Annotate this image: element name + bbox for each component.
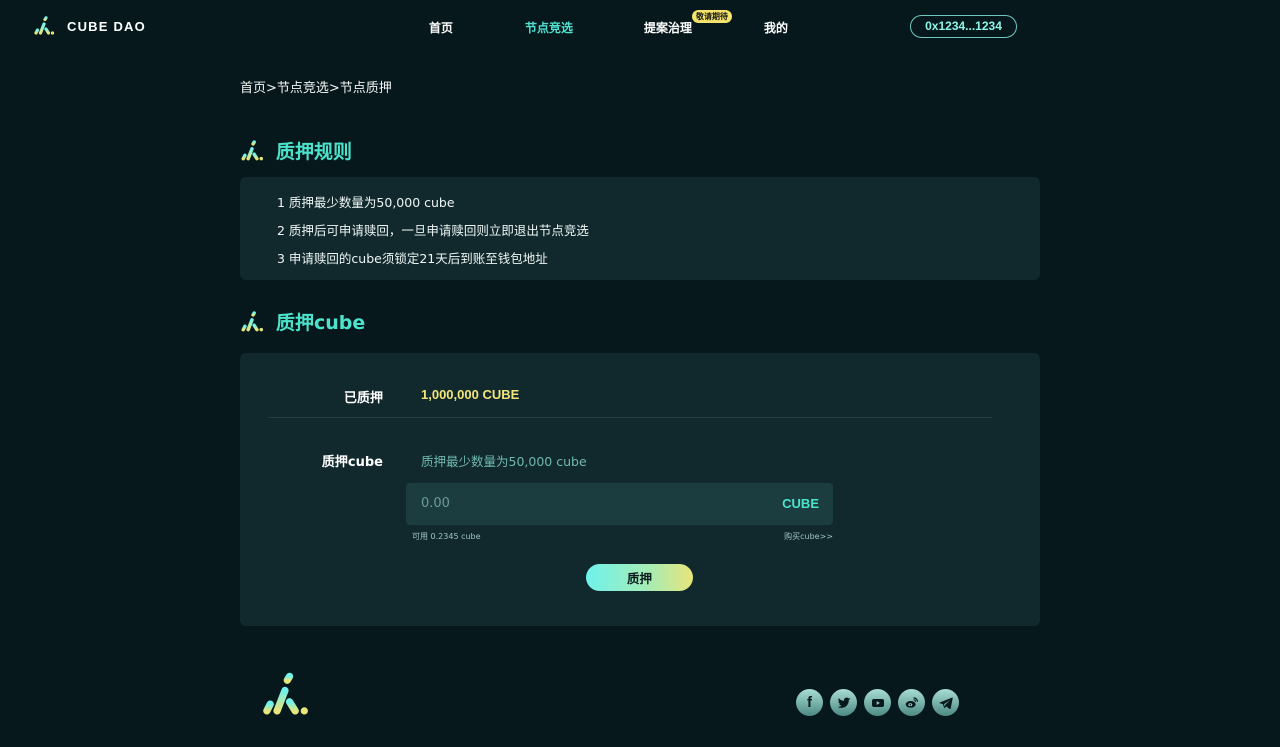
nav-home[interactable]: 首页 bbox=[429, 19, 453, 36]
min-stake-hint: 质押最少数量为50,000 cube bbox=[421, 454, 587, 469]
brand-name: CUBE DAO bbox=[67, 18, 146, 34]
stake-amount-value[interactable]: 0.00 bbox=[421, 496, 450, 511]
cube-dao-logo-icon bbox=[34, 16, 55, 35]
rule-item: 1 质押最少数量为50,000 cube bbox=[277, 195, 455, 210]
stake-section-title: 质押cube bbox=[240, 308, 365, 335]
weibo-icon[interactable] bbox=[898, 689, 925, 716]
staked-value: 1,000,000 CUBE bbox=[421, 387, 520, 402]
buy-cube-link[interactable]: 购买cube>> bbox=[784, 531, 833, 542]
cube-dao-logo-icon bbox=[241, 310, 264, 331]
twitter-icon[interactable] bbox=[830, 689, 857, 716]
divider bbox=[268, 417, 992, 418]
wallet-address-button[interactable]: 0x1234...1234 bbox=[910, 15, 1017, 38]
stake-submit-button[interactable]: 质押 bbox=[586, 564, 693, 591]
youtube-icon[interactable] bbox=[864, 689, 891, 716]
nav-mine[interactable]: 我的 bbox=[764, 19, 788, 36]
cube-dao-logo-icon bbox=[241, 139, 264, 160]
nav-proposal-governance[interactable]: 提案治理 bbox=[644, 19, 692, 36]
rules-card: 1 质押最少数量为50,000 cube 2 质押后可申请赎回，一旦申请赎回则立… bbox=[240, 177, 1040, 280]
rules-title: 质押规则 bbox=[276, 141, 353, 163]
social-links: f bbox=[796, 689, 959, 716]
footer-logo[interactable] bbox=[260, 672, 310, 722]
cube-dao-logo-icon bbox=[263, 672, 308, 715]
stake-input-label: 质押cube bbox=[321, 455, 383, 470]
breadcrumb: 首页>节点竞选>节点质押 bbox=[240, 81, 392, 96]
stake-amount-input[interactable]: 0.00 CUBE bbox=[406, 483, 833, 525]
nav-node-election[interactable]: 节点竞选 bbox=[525, 19, 573, 36]
stake-card: 已质押 1,000,000 CUBE 质押cube 质押最少数量为50,000 … bbox=[240, 353, 1040, 626]
stake-amount-unit: CUBE bbox=[782, 496, 819, 511]
rules-section-title: 质押规则 bbox=[240, 137, 352, 164]
brand-logo[interactable]: CUBE DAO bbox=[33, 16, 146, 36]
telegram-icon[interactable] bbox=[932, 689, 959, 716]
available-balance: 可用 0.2345 cube bbox=[412, 532, 481, 541]
coming-soon-badge: 敬请期待 bbox=[692, 10, 732, 23]
rule-item: 2 质押后可申请赎回，一旦申请赎回则立即退出节点竞选 bbox=[277, 223, 589, 238]
rule-item: 3 申请赎回的cube须锁定21天后到账至钱包地址 bbox=[277, 251, 548, 266]
staked-label: 已质押 bbox=[343, 391, 383, 406]
top-header: CUBE DAO 首页 节点竞选 提案治理 敬请期待 我的 0x1234...1… bbox=[0, 0, 1280, 56]
facebook-icon[interactable]: f bbox=[796, 689, 823, 716]
stake-title: 质押cube bbox=[276, 312, 366, 334]
